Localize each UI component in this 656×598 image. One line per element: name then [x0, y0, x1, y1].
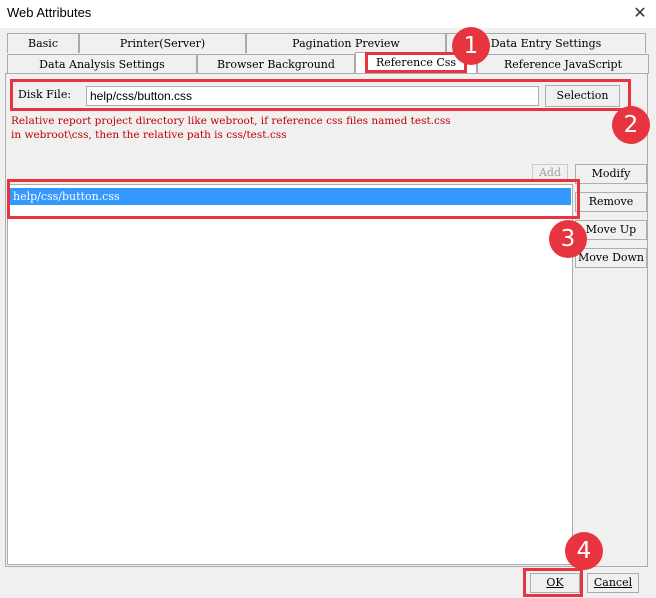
modify-button[interactable]: Modify: [575, 164, 647, 184]
highlight-disk-file-row: [10, 79, 631, 111]
tab-printer-server[interactable]: Printer(Server): [79, 33, 246, 53]
css-file-list[interactable]: [7, 184, 573, 565]
tab-data-analysis-settings[interactable]: Data Analysis Settings: [7, 54, 197, 74]
tab-reference-javascript[interactable]: Reference JavaScript: [477, 54, 649, 74]
tab-browser-background[interactable]: Browser Background: [197, 54, 355, 74]
cancel-button[interactable]: Cancel: [587, 573, 639, 593]
tab-pagination-preview[interactable]: Pagination Preview: [246, 33, 446, 53]
title-bar: [0, 0, 656, 28]
move-down-button[interactable]: Move Down: [575, 248, 647, 268]
annotation-badge-3: 3: [549, 220, 587, 258]
window-title: Web Attributes: [7, 5, 92, 20]
remove-button[interactable]: Remove: [575, 192, 647, 212]
annotation-badge-1: 1: [452, 27, 490, 65]
hint-text: Relative report project directory like w…: [11, 115, 451, 141]
annotation-badge-2: 2: [612, 106, 650, 144]
close-icon[interactable]: ✕: [630, 1, 650, 25]
highlight-list-item: [7, 179, 580, 219]
highlight-ok-button: [523, 568, 583, 597]
annotation-badge-4: 4: [565, 532, 603, 570]
tab-basic[interactable]: Basic: [7, 33, 79, 53]
highlight-tab-reference-css: [365, 52, 467, 73]
